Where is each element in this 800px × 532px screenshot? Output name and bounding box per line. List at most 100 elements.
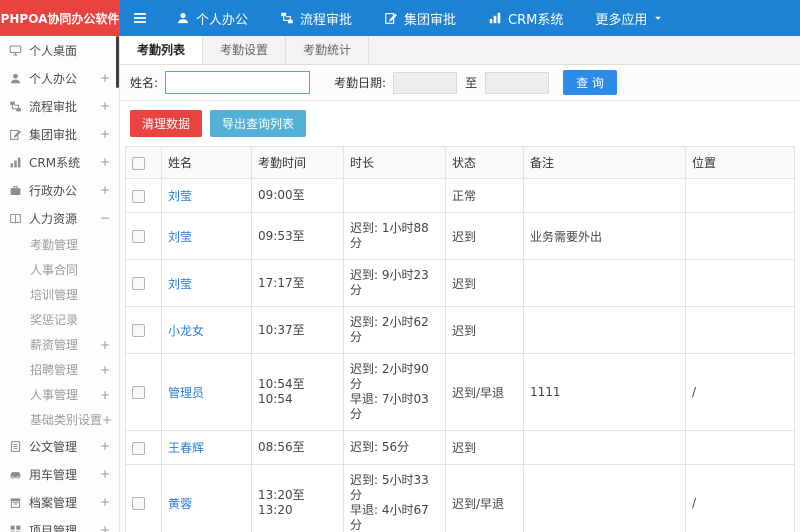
table-row: 刘莹 17:17至 迟到: 9小时23分 迟到 <box>125 259 795 307</box>
column-header: 备注 <box>523 146 686 179</box>
nav-item-workflow-approval[interactable]: 流程审批 <box>264 0 368 36</box>
menu-toggle-button[interactable] <box>120 0 160 36</box>
sidebar: 个人桌面 个人办公 + 流程审批 + 集团审批 + CRM系统 + 行政办公 + 人力资源 − 考勤管理人… <box>0 36 120 532</box>
sidebar-item-label: 集团审批 <box>29 127 78 142</box>
duration-cell: 迟到: 2小时62分 <box>343 306 446 354</box>
sidebar-subitem-training-mgmt[interactable]: 培训管理 <box>0 282 119 307</box>
sidebar-subitem-label: 薪资管理 <box>30 338 79 352</box>
sidebar-subitem-recruitment-mgmt[interactable]: 招聘管理 + <box>0 357 119 382</box>
sidebar-scrollbar-thumb[interactable] <box>116 36 119 88</box>
sidebar-subitem-label: 奖惩记录 <box>30 313 79 327</box>
sidebar-item-vehicle-mgmt[interactable]: 用车管理 + <box>0 460 119 488</box>
sidebar-subitem-reward-punishment-records[interactable]: 奖惩记录 <box>0 307 119 332</box>
row-checkbox[interactable] <box>132 441 145 455</box>
date-to-label: 至 <box>465 76 478 90</box>
sidebar-item-group-approval[interactable]: 集团审批 + <box>0 120 119 148</box>
export-list-button[interactable]: 导出查询列表 <box>210 110 307 137</box>
chart-icon <box>9 156 22 169</box>
employee-name-link[interactable]: 刘莹 <box>168 230 192 244</box>
duration-cell: 迟到: 1小时88分 <box>343 212 446 260</box>
sidebar-subitem-personnel-mgmt[interactable]: 人事管理 + <box>0 382 119 407</box>
employee-name-link[interactable]: 王春辉 <box>168 441 204 455</box>
sidebar-subitem-attendance-mgmt[interactable]: 考勤管理 <box>0 232 119 257</box>
clean-data-button[interactable]: 清理数据 <box>130 110 203 137</box>
nav-item-group-approval[interactable]: 集团审批 <box>368 0 472 36</box>
employee-name-link[interactable]: 刘莹 <box>168 277 192 291</box>
table-header: 姓名 考勤时间 时长 状态 备注 位置 <box>125 146 795 179</box>
employee-name-link[interactable]: 黄蓉 <box>168 497 192 511</box>
nav-item-more-apps[interactable]: 更多应用 <box>579 0 679 36</box>
sidebar-item-admin-office[interactable]: 行政办公 + <box>0 176 119 204</box>
row-checkbox[interactable] <box>132 324 145 337</box>
date-to-input[interactable] <box>485 71 550 94</box>
column-header: 状态 <box>445 146 524 179</box>
table-row: 管理员 10:54至10:54 迟到: 2小时90分 早退: 7小时03分 迟到/早退 1… <box>125 353 795 431</box>
location-cell <box>685 430 795 465</box>
archive-icon <box>9 496 22 509</box>
employee-name-link[interactable]: 刘莹 <box>168 189 192 203</box>
expand-indicator: + <box>99 99 110 113</box>
layout: 个人桌面 个人办公 + 流程审批 + 集团审批 + CRM系统 + 行政办公 + 人力资源 − 考勤管理人… <box>0 36 800 532</box>
caret-down-icon <box>653 13 663 23</box>
desktop-icon <box>9 44 22 57</box>
location-cell <box>685 306 795 354</box>
attendance-time-cell: 10:54至10:54 <box>251 353 344 431</box>
sidebar-subitem-salary-mgmt[interactable]: 薪资管理 + <box>0 332 119 357</box>
name-filter-input[interactable] <box>165 71 311 94</box>
column-header: 时长 <box>343 146 446 179</box>
nav-item-label: 流程审批 <box>300 12 353 28</box>
date-from-input[interactable] <box>393 71 458 94</box>
user-icon <box>9 72 22 85</box>
row-checkbox-cell <box>125 178 162 213</box>
remark-cell <box>523 430 686 465</box>
sidebar-item-human-resources[interactable]: 人力资源 − <box>0 204 119 232</box>
nav-item-crm-system[interactable]: CRM系统 <box>472 0 579 36</box>
action-bar: 清理数据 导出查询列表 <box>120 101 800 146</box>
remark-cell <box>523 464 686 532</box>
row-checkbox-cell <box>125 353 162 431</box>
sidebar-item-personal-office[interactable]: 个人办公 + <box>0 64 119 92</box>
tab-attendance-settings[interactable]: 考勤设置 <box>203 36 287 64</box>
row-checkbox[interactable] <box>132 230 145 243</box>
table-body: 刘莹 09:00至 正常 刘莹 09:53至 迟到: 1小时88分 迟到 业务需要外出 刘莹 17… <box>125 178 795 532</box>
expand-indicator: + <box>99 127 110 141</box>
row-checkbox-cell <box>125 306 162 354</box>
name-cell: 管理员 <box>161 353 252 431</box>
nav-item-personal-office[interactable]: 个人办公 <box>160 0 264 36</box>
sidebar-item-label: CRM系统 <box>29 155 81 170</box>
attendance-time-cell: 09:53至 <box>251 212 344 260</box>
select-all-cell <box>125 146 162 179</box>
sidebar-item-label: 个人办公 <box>29 71 78 86</box>
status-cell: 迟到 <box>445 430 524 465</box>
project-icon <box>9 524 22 532</box>
employee-name-link[interactable]: 小龙女 <box>168 324 204 338</box>
sidebar-item-label: 人力资源 <box>29 211 78 226</box>
sidebar-subitem-basic-category-settings[interactable]: 基础类别设置 + <box>0 407 119 432</box>
tab-attendance-stats[interactable]: 考勤统计 <box>286 36 370 64</box>
attendance-time-cell: 09:00至 <box>251 178 344 213</box>
nav-item-label: 更多应用 <box>595 12 648 28</box>
tab-attendance-list[interactable]: 考勤列表 <box>120 36 204 64</box>
expand-indicator: + <box>99 183 110 197</box>
expand-indicator: + <box>99 387 110 402</box>
row-checkbox[interactable] <box>132 497 145 510</box>
book-icon <box>9 212 22 225</box>
sidebar-subitem-personnel-contract[interactable]: 人事合同 <box>0 257 119 282</box>
select-all-checkbox[interactable] <box>132 156 145 170</box>
employee-name-link[interactable]: 管理员 <box>168 386 204 400</box>
sidebar-item-crm-system[interactable]: CRM系统 + <box>0 148 119 176</box>
sidebar-item-archive-mgmt[interactable]: 档案管理 + <box>0 488 119 516</box>
row-checkbox[interactable] <box>132 189 145 203</box>
row-checkbox[interactable] <box>132 386 145 399</box>
row-checkbox[interactable] <box>132 277 145 290</box>
nav-item-label: 个人办公 <box>196 12 249 28</box>
sidebar-item-workflow-approval[interactable]: 流程审批 + <box>0 92 119 120</box>
name-cell: 黄蓉 <box>161 464 252 532</box>
table-row: 刘莹 09:53至 迟到: 1小时88分 迟到 业务需要外出 <box>125 212 795 260</box>
sidebar-item-label: 用车管理 <box>29 467 78 482</box>
search-button[interactable]: 查 询 <box>563 70 617 95</box>
sidebar-subitem-label: 基础类别设置 <box>30 413 103 427</box>
sidebar-item-document-mgmt[interactable]: 公文管理 + <box>0 432 119 460</box>
sidebar-item-personal-desktop[interactable]: 个人桌面 <box>0 36 119 64</box>
sidebar-item-project-mgmt[interactable]: 项目管理 + <box>0 516 119 532</box>
